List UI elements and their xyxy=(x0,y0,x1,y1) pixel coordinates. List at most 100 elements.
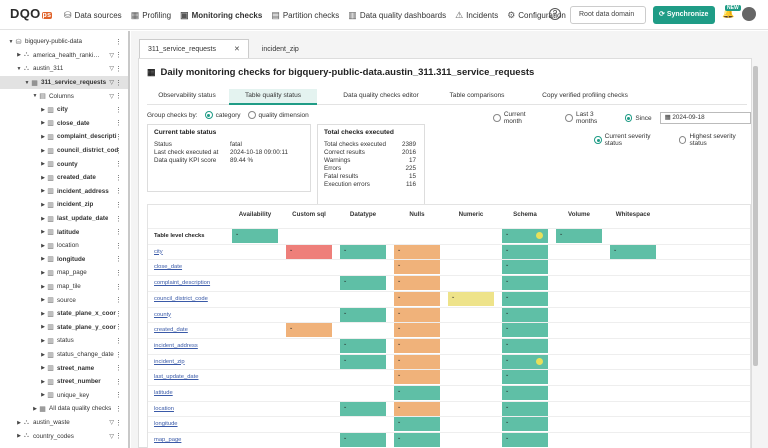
check-status-cell[interactable]: ⌄ xyxy=(394,276,440,291)
filter-icon[interactable]: ▽ xyxy=(109,433,114,440)
user-avatar[interactable] xyxy=(742,7,756,21)
row-label[interactable]: location xyxy=(154,406,174,412)
check-status-cell[interactable]: ⌄ xyxy=(502,323,548,338)
more-options-icon[interactable]: ⋮ xyxy=(115,201,122,209)
check-status-cell[interactable]: ⌄ xyxy=(394,386,440,400)
more-options-icon[interactable]: ⋮ xyxy=(115,337,122,345)
more-options-icon[interactable]: ⋮ xyxy=(115,283,122,291)
chevron-down-icon[interactable]: ⌄ xyxy=(397,262,401,268)
chevron-down-icon[interactable]: ⌄ xyxy=(451,294,455,300)
tree-item[interactable]: ▶ ▥ location ⋮ xyxy=(0,239,128,253)
check-status-cell[interactable]: ⌄ xyxy=(394,433,440,448)
tree-item[interactable]: ▶ ▥ complaint_descripti ⋮ xyxy=(0,130,128,144)
tree-item[interactable]: ▶ ⛬ america_health_rankings ▽ ⋮ xyxy=(0,49,128,63)
nav-profiling[interactable]: ▦ Profiling xyxy=(131,10,171,21)
chevron-down-icon[interactable]: ⌄ xyxy=(343,247,347,253)
row-label[interactable]: city xyxy=(154,249,163,255)
chevron-down-icon[interactable]: ⌄ xyxy=(505,435,509,441)
chevron-down-icon[interactable]: ⌄ xyxy=(343,435,347,441)
chevron-down-icon[interactable]: ⌄ xyxy=(397,325,401,331)
nav-incidents[interactable]: ⚠ Incidents xyxy=(455,10,498,21)
chevron-down-icon[interactable]: ⌄ xyxy=(397,419,401,425)
chevron-down-icon[interactable]: ⌄ xyxy=(505,419,509,425)
tree-item[interactable]: ▶ ▥ latitude ⋮ xyxy=(0,225,128,239)
subtab[interactable]: Table comparisons xyxy=(437,89,517,105)
tree-item[interactable]: ▶ ⛬ austin_waste ▽ ⋮ xyxy=(0,416,128,430)
filter-icon[interactable]: ▽ xyxy=(109,79,114,86)
check-status-cell[interactable]: ⌄ xyxy=(232,229,278,243)
last-3-months-radio[interactable] xyxy=(565,114,573,122)
more-options-icon[interactable]: ⋮ xyxy=(115,419,122,427)
check-status-cell[interactable]: ⌄ xyxy=(394,354,440,369)
chevron-down-icon[interactable]: ⌄ xyxy=(505,357,509,363)
check-status-cell[interactable]: ⌄ xyxy=(286,244,332,259)
check-status-cell[interactable]: ⌄ xyxy=(394,401,440,416)
more-options-icon[interactable]: ⋮ xyxy=(115,242,122,250)
more-options-icon[interactable]: ⋮ xyxy=(115,310,122,318)
check-status-cell[interactable]: ⌄ xyxy=(394,338,440,353)
check-status-cell[interactable]: ⌄ xyxy=(556,229,602,243)
chevron-down-icon[interactable]: ⌄ xyxy=(343,357,347,363)
tree-item[interactable]: ▼ ⛬ austin_311 ▽ ⋮ xyxy=(0,62,128,76)
nav-partition-checks[interactable]: ▤ Partition checks xyxy=(271,10,339,21)
row-label[interactable]: longitude xyxy=(154,421,178,427)
check-status-cell[interactable]: ⌄ xyxy=(502,386,548,400)
tree-item[interactable]: ▶ ▥ state_plane_x_coor ⋮ xyxy=(0,307,128,321)
check-status-cell[interactable]: ⌄ xyxy=(394,260,440,275)
chevron-down-icon[interactable]: ⌄ xyxy=(505,372,509,378)
since-date-input[interactable]: ▦ 2024-09-18 xyxy=(659,112,752,124)
more-options-icon[interactable]: ⋮ xyxy=(115,147,122,155)
chevron-down-icon[interactable]: ⌄ xyxy=(343,341,347,347)
more-options-icon[interactable]: ⋮ xyxy=(115,255,122,263)
tree-item[interactable]: ▶ ▥ status_change_date ⋮ xyxy=(0,348,128,362)
tree-item[interactable]: ▶ ▥ state_plane_y_coor ⋮ xyxy=(0,321,128,335)
filter-icon[interactable]: ▽ xyxy=(109,93,114,100)
check-status-cell[interactable]: ⌄ xyxy=(340,244,386,259)
check-status-cell[interactable]: ⌄ xyxy=(394,244,440,259)
chevron-down-icon[interactable]: ⌄ xyxy=(343,278,347,284)
check-status-cell[interactable]: ⌄ xyxy=(394,307,440,322)
chevron-down-icon[interactable]: ⌄ xyxy=(397,435,401,441)
tree-item[interactable]: ▶ ▥ status ⋮ xyxy=(0,334,128,348)
row-label[interactable]: complaint_description xyxy=(154,280,210,286)
check-status-cell[interactable]: ⌄ xyxy=(340,354,386,369)
more-options-icon[interactable]: ⋮ xyxy=(115,119,122,127)
tree-item[interactable]: ▶ ▥ incident_zip ⋮ xyxy=(0,198,128,212)
more-options-icon[interactable]: ⋮ xyxy=(115,351,122,359)
chevron-down-icon[interactable]: ⌄ xyxy=(397,357,401,363)
check-status-cell[interactable]: ⌄ xyxy=(394,323,440,338)
more-options-icon[interactable]: ⋮ xyxy=(115,323,122,331)
check-status-cell[interactable]: ⌄ xyxy=(502,417,548,432)
chevron-down-icon[interactable]: ⌄ xyxy=(505,404,509,410)
more-options-icon[interactable]: ⋮ xyxy=(115,215,122,223)
chevron-down-icon[interactable]: ⌄ xyxy=(505,310,509,316)
tree-item[interactable]: ▶ ▥ council_district_cod ⋮ xyxy=(0,144,128,158)
tab-311_service_requests[interactable]: 311_service_requests ✕ xyxy=(139,39,249,59)
check-status-cell[interactable]: ⌄ xyxy=(502,244,548,259)
current-month-radio[interactable] xyxy=(493,114,501,122)
chevron-down-icon[interactable]: ⌄ xyxy=(505,388,509,394)
row-label[interactable]: map_page xyxy=(154,437,181,443)
chevron-down-icon[interactable]: ⌄ xyxy=(343,310,347,316)
check-status-cell[interactable]: ⌄ xyxy=(340,433,386,448)
tree-item[interactable]: ▶ ▥ county ⋮ xyxy=(0,157,128,171)
chevron-down-icon[interactable]: ⌄ xyxy=(343,404,347,410)
tree-item[interactable]: ▶ ▥ map_tile ⋮ xyxy=(0,280,128,294)
more-options-icon[interactable]: ⋮ xyxy=(115,133,122,141)
more-options-icon[interactable]: ⋮ xyxy=(115,106,122,114)
chevron-down-icon[interactable]: ⌄ xyxy=(505,247,509,253)
chevron-down-icon[interactable]: ⌄ xyxy=(559,231,563,237)
more-options-icon[interactable]: ⋮ xyxy=(115,187,122,195)
check-status-cell[interactable]: ⌄ xyxy=(394,291,440,306)
check-status-cell[interactable]: ⌄ xyxy=(502,338,548,353)
check-status-cell[interactable]: ⌄ xyxy=(502,370,548,385)
chevron-down-icon[interactable]: ⌄ xyxy=(505,341,509,347)
tree-item[interactable]: ▶ ▥ longitude ⋮ xyxy=(0,253,128,267)
more-options-icon[interactable]: ⋮ xyxy=(115,378,122,386)
tree-item[interactable]: ▶ ▥ city ⋮ xyxy=(0,103,128,117)
chevron-down-icon[interactable]: ⌄ xyxy=(505,231,509,237)
chevron-down-icon[interactable]: ⌄ xyxy=(397,341,401,347)
nav-monitoring-checks[interactable]: ▣ Monitoring checks xyxy=(180,10,262,21)
subtab[interactable]: Copy verified profiling checks xyxy=(523,89,647,105)
data-domain-selector[interactable]: Root data domain xyxy=(570,6,646,24)
